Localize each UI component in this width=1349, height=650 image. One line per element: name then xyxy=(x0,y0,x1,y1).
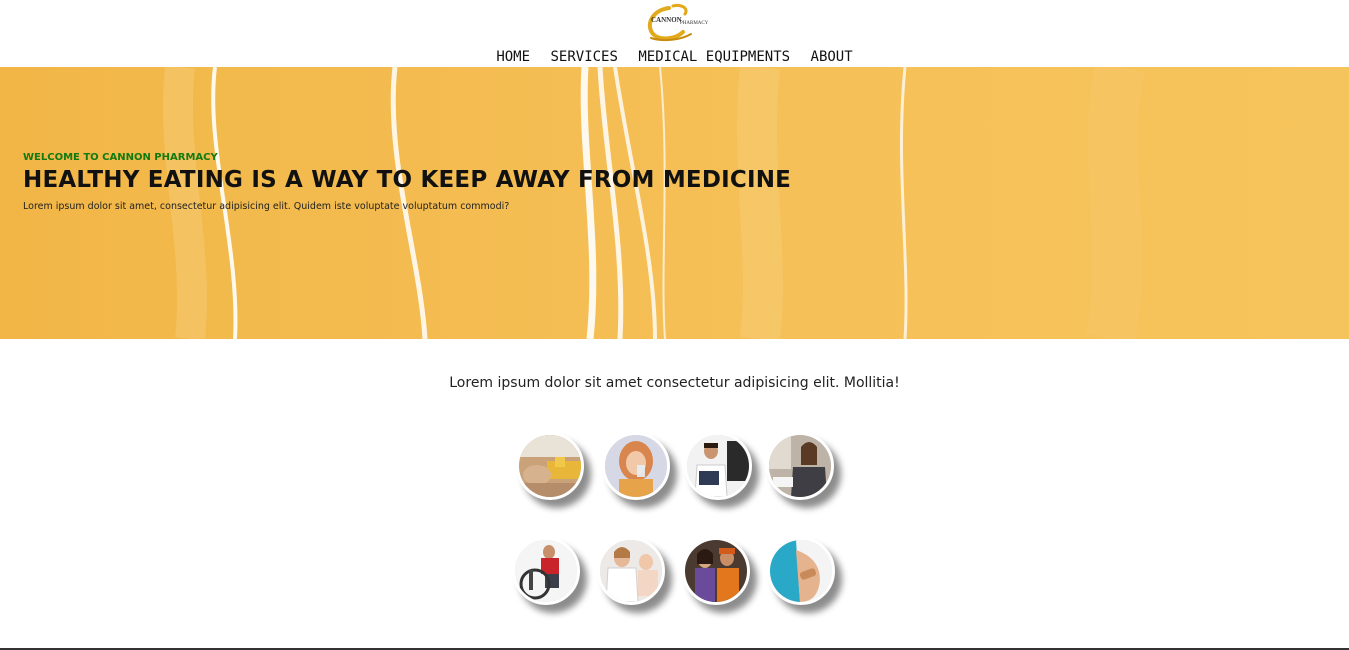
nav-services[interactable]: SERVICES xyxy=(550,49,617,65)
main-nav: HOME SERVICES MEDICAL EQUIPMENTS ABOUT xyxy=(0,49,1349,65)
nurse-patient-photo-icon xyxy=(600,540,662,602)
hero-banner: WELCOME TO CANNON PHARMACY HEALTHY EATIN… xyxy=(0,67,1349,339)
pharmacy-counter-photo-icon xyxy=(519,435,581,497)
gallery-item-pharmacist-reading[interactable] xyxy=(684,432,752,500)
intro-text: Lorem ipsum dolor sit amet consectetur a… xyxy=(449,375,900,391)
logo-text-pharmacy: PHARMACY xyxy=(680,21,709,26)
nav-medical-equipments[interactable]: MEDICAL EQUIPMENTS xyxy=(638,49,790,65)
gallery-item-bandaged-arm[interactable] xyxy=(767,537,835,605)
wheelchair-photo-icon xyxy=(515,540,577,602)
nav-about[interactable]: ABOUT xyxy=(811,49,853,65)
hero-subtitle: Lorem ipsum dolor sit amet, consectetur … xyxy=(23,201,510,212)
pharmacist-reading-photo-icon xyxy=(687,435,749,497)
gallery-item-woman-drinking[interactable] xyxy=(602,432,670,500)
hero-title: HEALTHY EATING IS A WAY TO KEEP AWAY FRO… xyxy=(23,167,792,193)
logo-text-cannon: CANNON xyxy=(651,16,682,24)
pharmacy-staff-photo-icon xyxy=(769,435,831,497)
gallery-item-nurse-patient[interactable] xyxy=(597,537,665,605)
hero-eyebrow: WELCOME TO CANNON PHARMACY xyxy=(23,152,218,163)
bandaged-arm-photo-icon xyxy=(770,540,832,602)
gallery-item-wheelchair[interactable] xyxy=(512,537,580,605)
nav-home[interactable]: HOME xyxy=(496,49,530,65)
gallery-item-customers[interactable] xyxy=(682,537,750,605)
site-header: CANNON PHARMACY HOME SERVICES MEDICAL EQ… xyxy=(0,0,1349,67)
gallery-item-pharmacy-staff[interactable] xyxy=(766,432,834,500)
customers-photo-icon xyxy=(685,540,747,602)
cannon-pharmacy-logo[interactable]: CANNON PHARMACY xyxy=(643,2,715,42)
gallery-item-pharmacy-counter[interactable] xyxy=(516,432,584,500)
woman-drinking-photo-icon xyxy=(605,435,667,497)
